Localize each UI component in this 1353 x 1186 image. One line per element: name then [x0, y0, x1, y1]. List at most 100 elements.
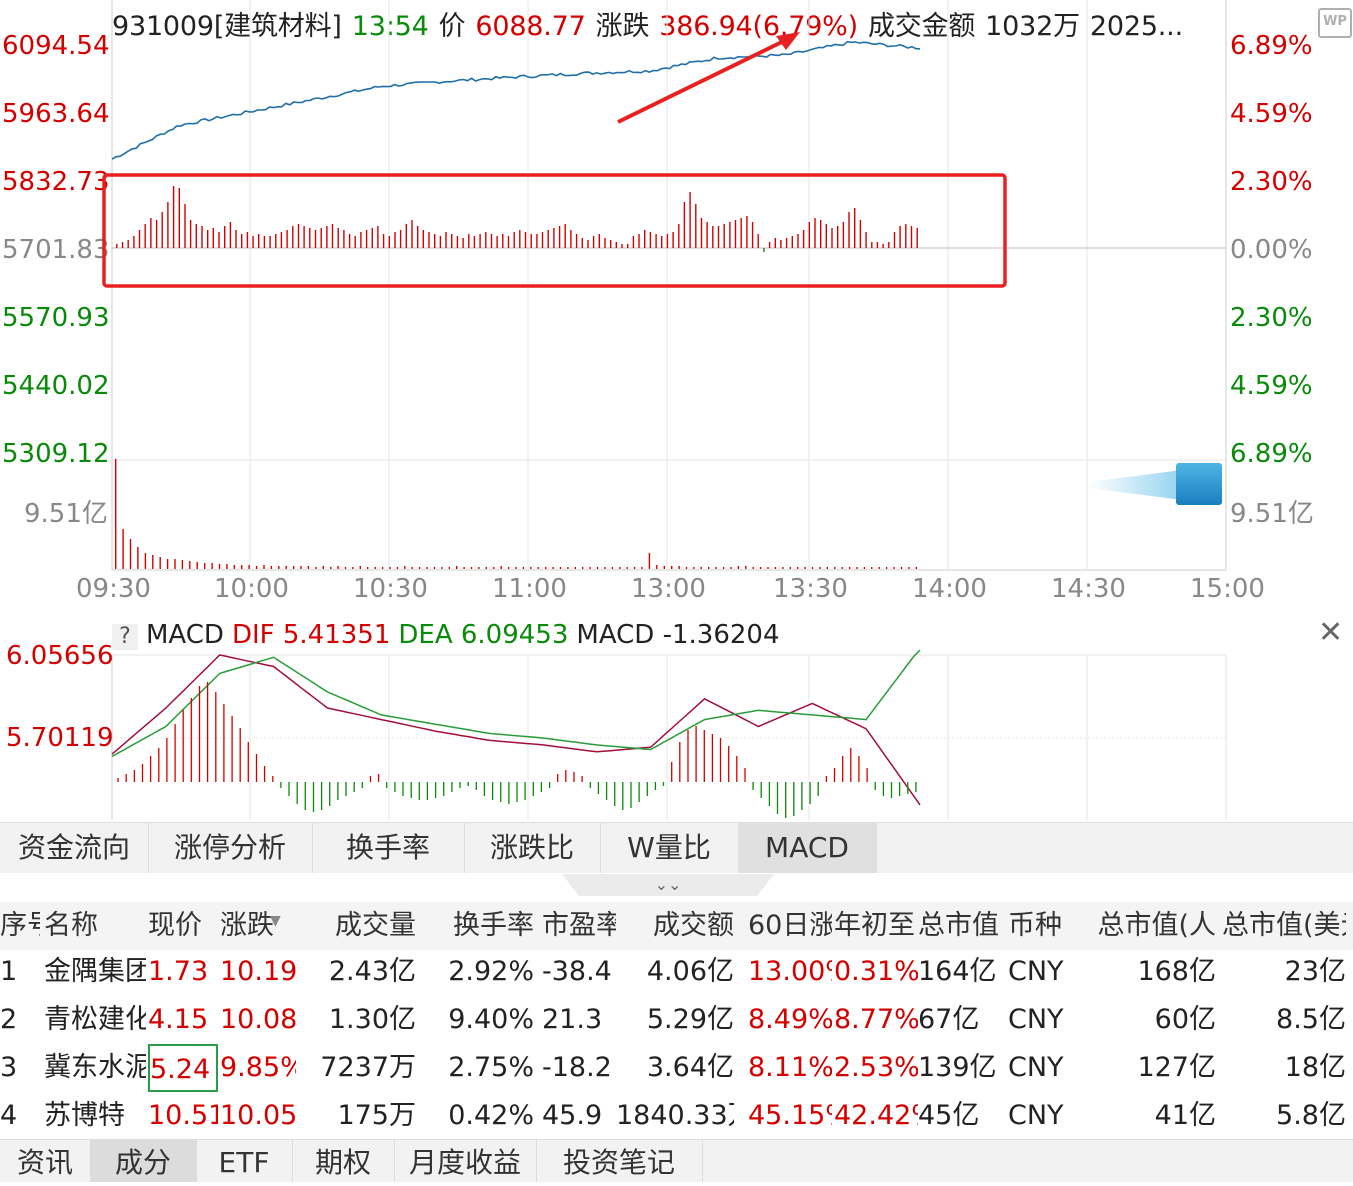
table-row[interactable]: 1 金隅集团1.73 10.19 2.43亿 2.92% -38.4 4.06亿 13.00%… [0, 948, 1353, 996]
sort-desc-icon[interactable]: ▼ [270, 913, 281, 929]
table-cell: 8.77% [834, 1004, 918, 1035]
column-header[interactable]: 60日涨 [748, 902, 832, 950]
tab-0[interactable]: 资金流向 [0, 823, 149, 873]
table-cell: 金隅集团 [44, 956, 146, 987]
table-cell: 1 [0, 956, 18, 987]
bottom-tab-3[interactable]: 期权 [292, 1140, 395, 1182]
table-cell: 冀东水泥 [44, 1052, 146, 1083]
macd-dea: DEA 6.09453 [398, 620, 569, 650]
column-header[interactable]: 币种 [1008, 902, 1086, 950]
table-cell: 18亿 [1284, 1052, 1346, 1083]
arrow-annotation [617, 36, 791, 124]
bottom-tab-4[interactable]: 月度收益 [394, 1140, 537, 1182]
table-cell: 67亿 [918, 1004, 980, 1035]
bottom-tabs: 资讯 成分 ETF 期权 月度收益 投资笔记 [0, 1139, 1353, 1182]
table-cell: CNY [1008, 1100, 1064, 1131]
table-cell: 45.9 [542, 1100, 603, 1131]
table-cell: 1.30亿 [328, 1004, 416, 1035]
tab-2[interactable]: 换手率 [312, 823, 465, 873]
table-cell: 42.42% [834, 1100, 918, 1131]
tab-1[interactable]: 涨停分析 [148, 823, 313, 873]
table-cell: 60亿 [1154, 1004, 1216, 1035]
table-cell: 5.24 [148, 1044, 218, 1092]
table-cell: 苏博特 [44, 1100, 125, 1131]
column-header[interactable]: 成交量 [298, 902, 416, 950]
x-tick-label: 10:30 [353, 574, 428, 604]
table-cell: 23亿 [1284, 956, 1346, 987]
table-header-row: 序号名称现价涨跌成交量换手率市盈率成交额 60日涨年初至总市值币种总市值(人总市值… [0, 902, 1353, 950]
macd-y-top: 6.05656 [6, 641, 114, 671]
table-cell: 1840.33万 [616, 1100, 734, 1131]
table-cell: -18.2 [542, 1052, 612, 1083]
table-cell: 45.15% [748, 1100, 832, 1131]
table-row[interactable]: 4 苏博特 10.5110.05 175万 0.42% 45.9 1840.33万 45.15… [0, 1092, 1353, 1140]
table-cell: 21.3 [542, 1004, 603, 1035]
table-cell: 168亿 [1137, 956, 1216, 987]
x-tick-label: 10:00 [214, 574, 289, 604]
column-header[interactable]: 名称 [44, 902, 146, 950]
table-cell: CNY [1008, 956, 1064, 987]
macd-y-mid: 5.70119 [6, 723, 114, 753]
table-row[interactable]: 2 青松建化 4.15 10.08 1.30亿 9.40% 21.3 5.29亿 8.49% 8.… [0, 996, 1353, 1044]
column-header[interactable]: 序号 [0, 902, 40, 950]
column-header[interactable]: 成交额 [616, 902, 734, 950]
table-cell: 8.5亿 [1276, 1004, 1346, 1035]
table-cell: 5.8亿 [1276, 1100, 1346, 1131]
table-cell: 127亿 [1137, 1052, 1216, 1083]
x-tick-label: 15:00 [1190, 574, 1265, 604]
table-cell: 0.42% [448, 1100, 534, 1131]
table-cell: 7237万 [320, 1052, 416, 1083]
column-header[interactable]: 换手率 [430, 902, 534, 950]
bottom-tab-1[interactable]: 成分 [90, 1140, 197, 1182]
table-cell: 2.53% [834, 1052, 918, 1083]
bottom-tab-5[interactable]: 投资笔记 [536, 1140, 703, 1182]
bottom-tab-0[interactable]: 资讯 [0, 1140, 91, 1182]
table-cell: 8.11% [748, 1052, 832, 1083]
table-cell: 2.43亿 [328, 956, 416, 987]
x-tick-label: 14:00 [912, 574, 987, 604]
table-cell: CNY [1008, 1004, 1064, 1035]
x-tick-label: 09:30 [76, 574, 151, 604]
intraday-chart[interactable] [0, 0, 1353, 820]
x-tick-label: 14:30 [1051, 574, 1126, 604]
x-tick-label: 13:30 [773, 574, 848, 604]
table-cell: 10.05 [220, 1100, 296, 1131]
bottom-tab-2[interactable]: ETF [196, 1140, 293, 1182]
table-cell: 8.49% [748, 1004, 832, 1035]
column-header[interactable]: 总市值 [918, 902, 1006, 950]
column-header[interactable]: 涨跌 [220, 902, 296, 950]
table-cell: 3.64亿 [646, 1052, 734, 1083]
table-cell: 2.75% [448, 1052, 534, 1083]
table-cell: 1.73 [148, 956, 209, 987]
table-cell: 175万 [337, 1100, 416, 1131]
table-cell: 9.85% [220, 1052, 296, 1083]
table-cell: 10.51 [148, 1100, 218, 1131]
macd-header: ? MACD DIF 5.41351 DEA 6.09453 MACD -1.36204 [112, 620, 788, 650]
column-header[interactable]: 总市值(人 [1088, 902, 1216, 950]
column-header[interactable]: 年初至 [834, 902, 918, 950]
table-cell: 4.06亿 [646, 956, 734, 987]
table-cell: 10.08 [220, 1004, 296, 1035]
table-cell: -38.4 [542, 956, 612, 987]
x-tick-label: 13:00 [631, 574, 706, 604]
table-cell: 2.92% [448, 956, 534, 987]
column-header[interactable]: 市盈率 [542, 902, 616, 950]
table-cell: 13.00% [748, 956, 832, 987]
table-cell: 2 [0, 1004, 18, 1035]
column-header[interactable]: 现价 [148, 902, 218, 950]
dea-line [111, 649, 921, 758]
macd-dif: DIF 5.41351 [231, 620, 391, 650]
tab-3[interactable]: 涨跌比 [464, 823, 601, 873]
close-icon[interactable]: ✕ [1318, 618, 1343, 648]
dif-line [111, 654, 921, 806]
chevron-double-down-icon[interactable]: ⌄⌄ [562, 874, 774, 896]
tab-5[interactable]: MACD [738, 823, 877, 873]
table-cell: 0.31% [834, 956, 918, 987]
column-header[interactable]: 总市值(美元 [1222, 902, 1346, 950]
table-cell: 139亿 [918, 1052, 997, 1083]
table-cell: 5.29亿 [646, 1004, 734, 1035]
chart-scroll-handle[interactable] [1176, 463, 1222, 505]
tab-4[interactable]: W量比 [600, 823, 739, 873]
table-row[interactable]: 3 冀东水泥5.249.85% 7237万 2.75% -18.2 3.64亿 8.11%2… [0, 1044, 1353, 1092]
help-icon[interactable]: ? [112, 624, 138, 650]
